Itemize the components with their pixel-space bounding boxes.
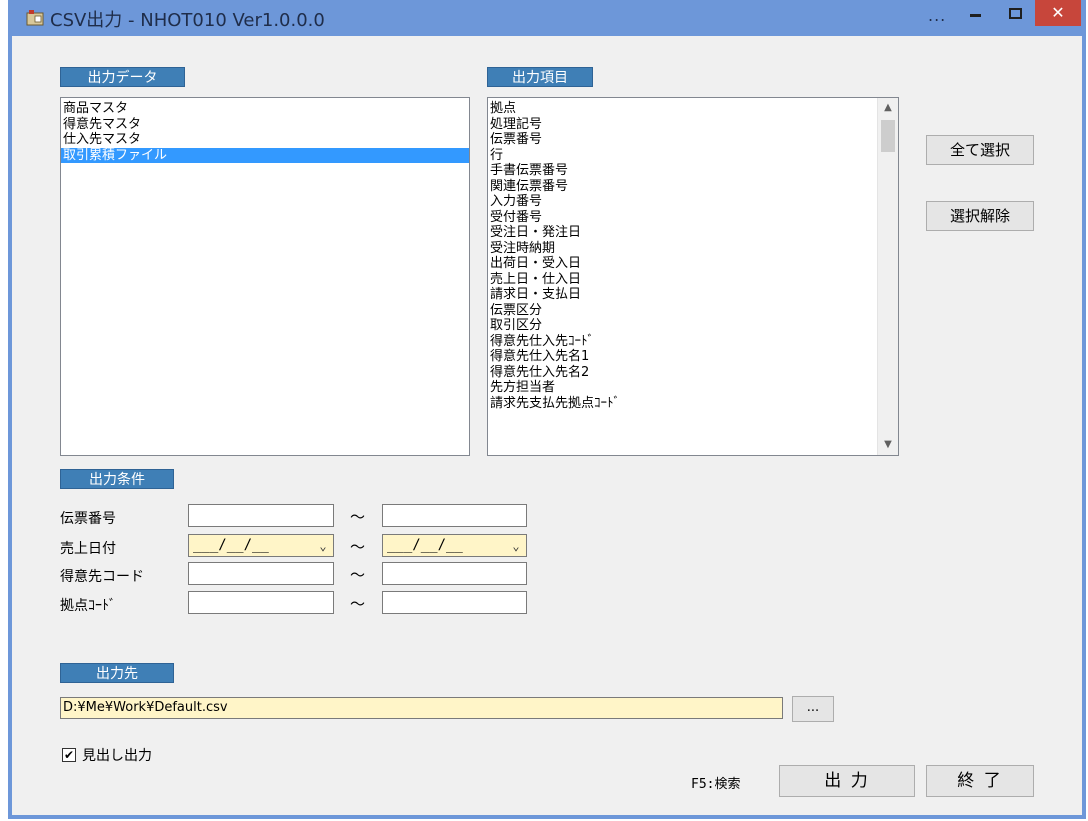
list-item[interactable]: 行	[488, 148, 898, 164]
customer-code-label: 得意先コード	[60, 569, 144, 585]
title-menu-dots[interactable]: ...	[928, 6, 946, 25]
list-item[interactable]: 関連伝票番号	[488, 179, 898, 195]
list-item[interactable]: 商品マスタ	[61, 101, 469, 117]
range-tilde: ～	[350, 538, 366, 556]
base-code-to-input[interactable]	[382, 591, 527, 614]
slip-number-from-input[interactable]	[188, 504, 334, 527]
scroll-down-icon[interactable]: ▼	[878, 435, 898, 455]
f5-search-hint: F5:検索	[691, 777, 741, 792]
deselect-button[interactable]: 選択解除	[926, 201, 1034, 231]
checkmark-icon: ✔	[63, 748, 75, 762]
list-item[interactable]: 取引累積ファイル	[61, 147, 469, 163]
sales-date-from-picker[interactable]: ___/__/__ ⌄	[188, 534, 334, 557]
destination-path-input[interactable]: D:¥Me¥Work¥Default.csv	[60, 697, 783, 719]
base-code-label: 拠点ｺｰﾄﾞ	[60, 598, 116, 614]
output-items-label: 出力項目	[487, 67, 593, 87]
close-button[interactable]: ✕	[1035, 0, 1081, 26]
list-item[interactable]: 伝票区分	[488, 303, 898, 319]
sales-date-to-value: ___/__/__	[387, 537, 463, 553]
list-item[interactable]: 先方担当者	[488, 380, 898, 396]
header-output-label[interactable]: 見出し出力	[82, 745, 152, 765]
maximize-button[interactable]	[1004, 4, 1028, 26]
list-item[interactable]: 受付番号	[488, 210, 898, 226]
list-item[interactable]: 仕入先マスタ	[61, 132, 469, 148]
output-button[interactable]: 出 力	[779, 765, 915, 797]
scroll-thumb[interactable]	[881, 120, 895, 152]
chevron-down-icon[interactable]: ⌄	[508, 537, 524, 554]
slip-number-to-input[interactable]	[382, 504, 527, 527]
title-bar[interactable]: CSV出力 - NHOT010 Ver1.0.0.0 ... ✕	[8, 0, 1086, 36]
chevron-down-icon[interactable]: ⌄	[315, 537, 331, 554]
minimize-button[interactable]	[964, 4, 988, 26]
customer-code-to-input[interactable]	[382, 562, 527, 585]
list-item[interactable]: 売上日・仕入日	[488, 272, 898, 288]
client-area: 出力データ 商品マスタ 得意先マスタ 仕入先マスタ 取引累積ファイル 出力項目 拠点処…	[12, 36, 1082, 819]
base-code-from-input[interactable]	[188, 591, 334, 614]
list-item[interactable]: 請求先支払先拠点ｺｰﾄﾞ	[488, 396, 898, 412]
select-all-button[interactable]: 全て選択	[926, 135, 1034, 165]
list-item[interactable]: 受注時納期	[488, 241, 898, 257]
customer-code-from-input[interactable]	[188, 562, 334, 585]
scroll-up-icon[interactable]: ▲	[878, 98, 898, 118]
exit-button[interactable]: 終 了	[926, 765, 1034, 797]
output-items-listbox[interactable]: 拠点 処理記号 伝票番号行手書伝票番号 関連伝票番号 入力番号 受付番号 受注日・発注日 受注…	[487, 97, 899, 456]
range-tilde: ～	[350, 595, 366, 613]
app-icon	[26, 10, 44, 26]
main-window: CSV出力 - NHOT010 Ver1.0.0.0 ... ✕ 出力データ 商…	[8, 0, 1086, 819]
sales-date-from-value: ___/__/__	[193, 537, 269, 553]
close-icon: ✕	[1051, 3, 1065, 22]
sales-date-label: 売上日付	[60, 541, 116, 557]
list-item[interactable]: 手書伝票番号	[488, 163, 898, 179]
slip-number-label: 伝票番号	[60, 511, 116, 527]
list-item[interactable]: 取引区分	[488, 318, 898, 334]
list-item[interactable]: 処理記号	[488, 117, 898, 133]
list-item[interactable]: 拠点	[488, 101, 898, 117]
window-title: CSV出力 - NHOT010 Ver1.0.0.0	[50, 10, 325, 31]
list-item[interactable]: 請求日・支払日	[488, 287, 898, 303]
range-tilde: ～	[350, 566, 366, 584]
list-item[interactable]: 得意先マスタ	[61, 117, 469, 133]
destination-label: 出力先	[60, 663, 174, 683]
list-item[interactable]: 入力番号	[488, 194, 898, 210]
sales-date-to-picker[interactable]: ___/__/__ ⌄	[382, 534, 527, 557]
list-item[interactable]: 受注日・発注日	[488, 225, 898, 241]
output-data-label: 出力データ	[60, 67, 185, 87]
list-item[interactable]: 伝票番号	[488, 132, 898, 148]
output-items-scrollbar[interactable]: ▲ ▼	[877, 98, 898, 455]
output-data-listbox[interactable]: 商品マスタ 得意先マスタ 仕入先マスタ 取引累積ファイル	[60, 97, 470, 456]
list-item[interactable]: 出荷日・受入日	[488, 256, 898, 272]
conditions-label: 出力条件	[60, 469, 174, 489]
list-item[interactable]: 得意先仕入先名2	[488, 365, 898, 381]
header-output-checkbox[interactable]: ✔	[62, 748, 76, 762]
browse-button[interactable]: ...	[792, 696, 834, 722]
range-tilde: ～	[350, 508, 366, 526]
list-item[interactable]: 得意先仕入先ｺｰﾄﾞ	[488, 334, 898, 350]
list-item[interactable]: 得意先仕入先名1	[488, 349, 898, 365]
